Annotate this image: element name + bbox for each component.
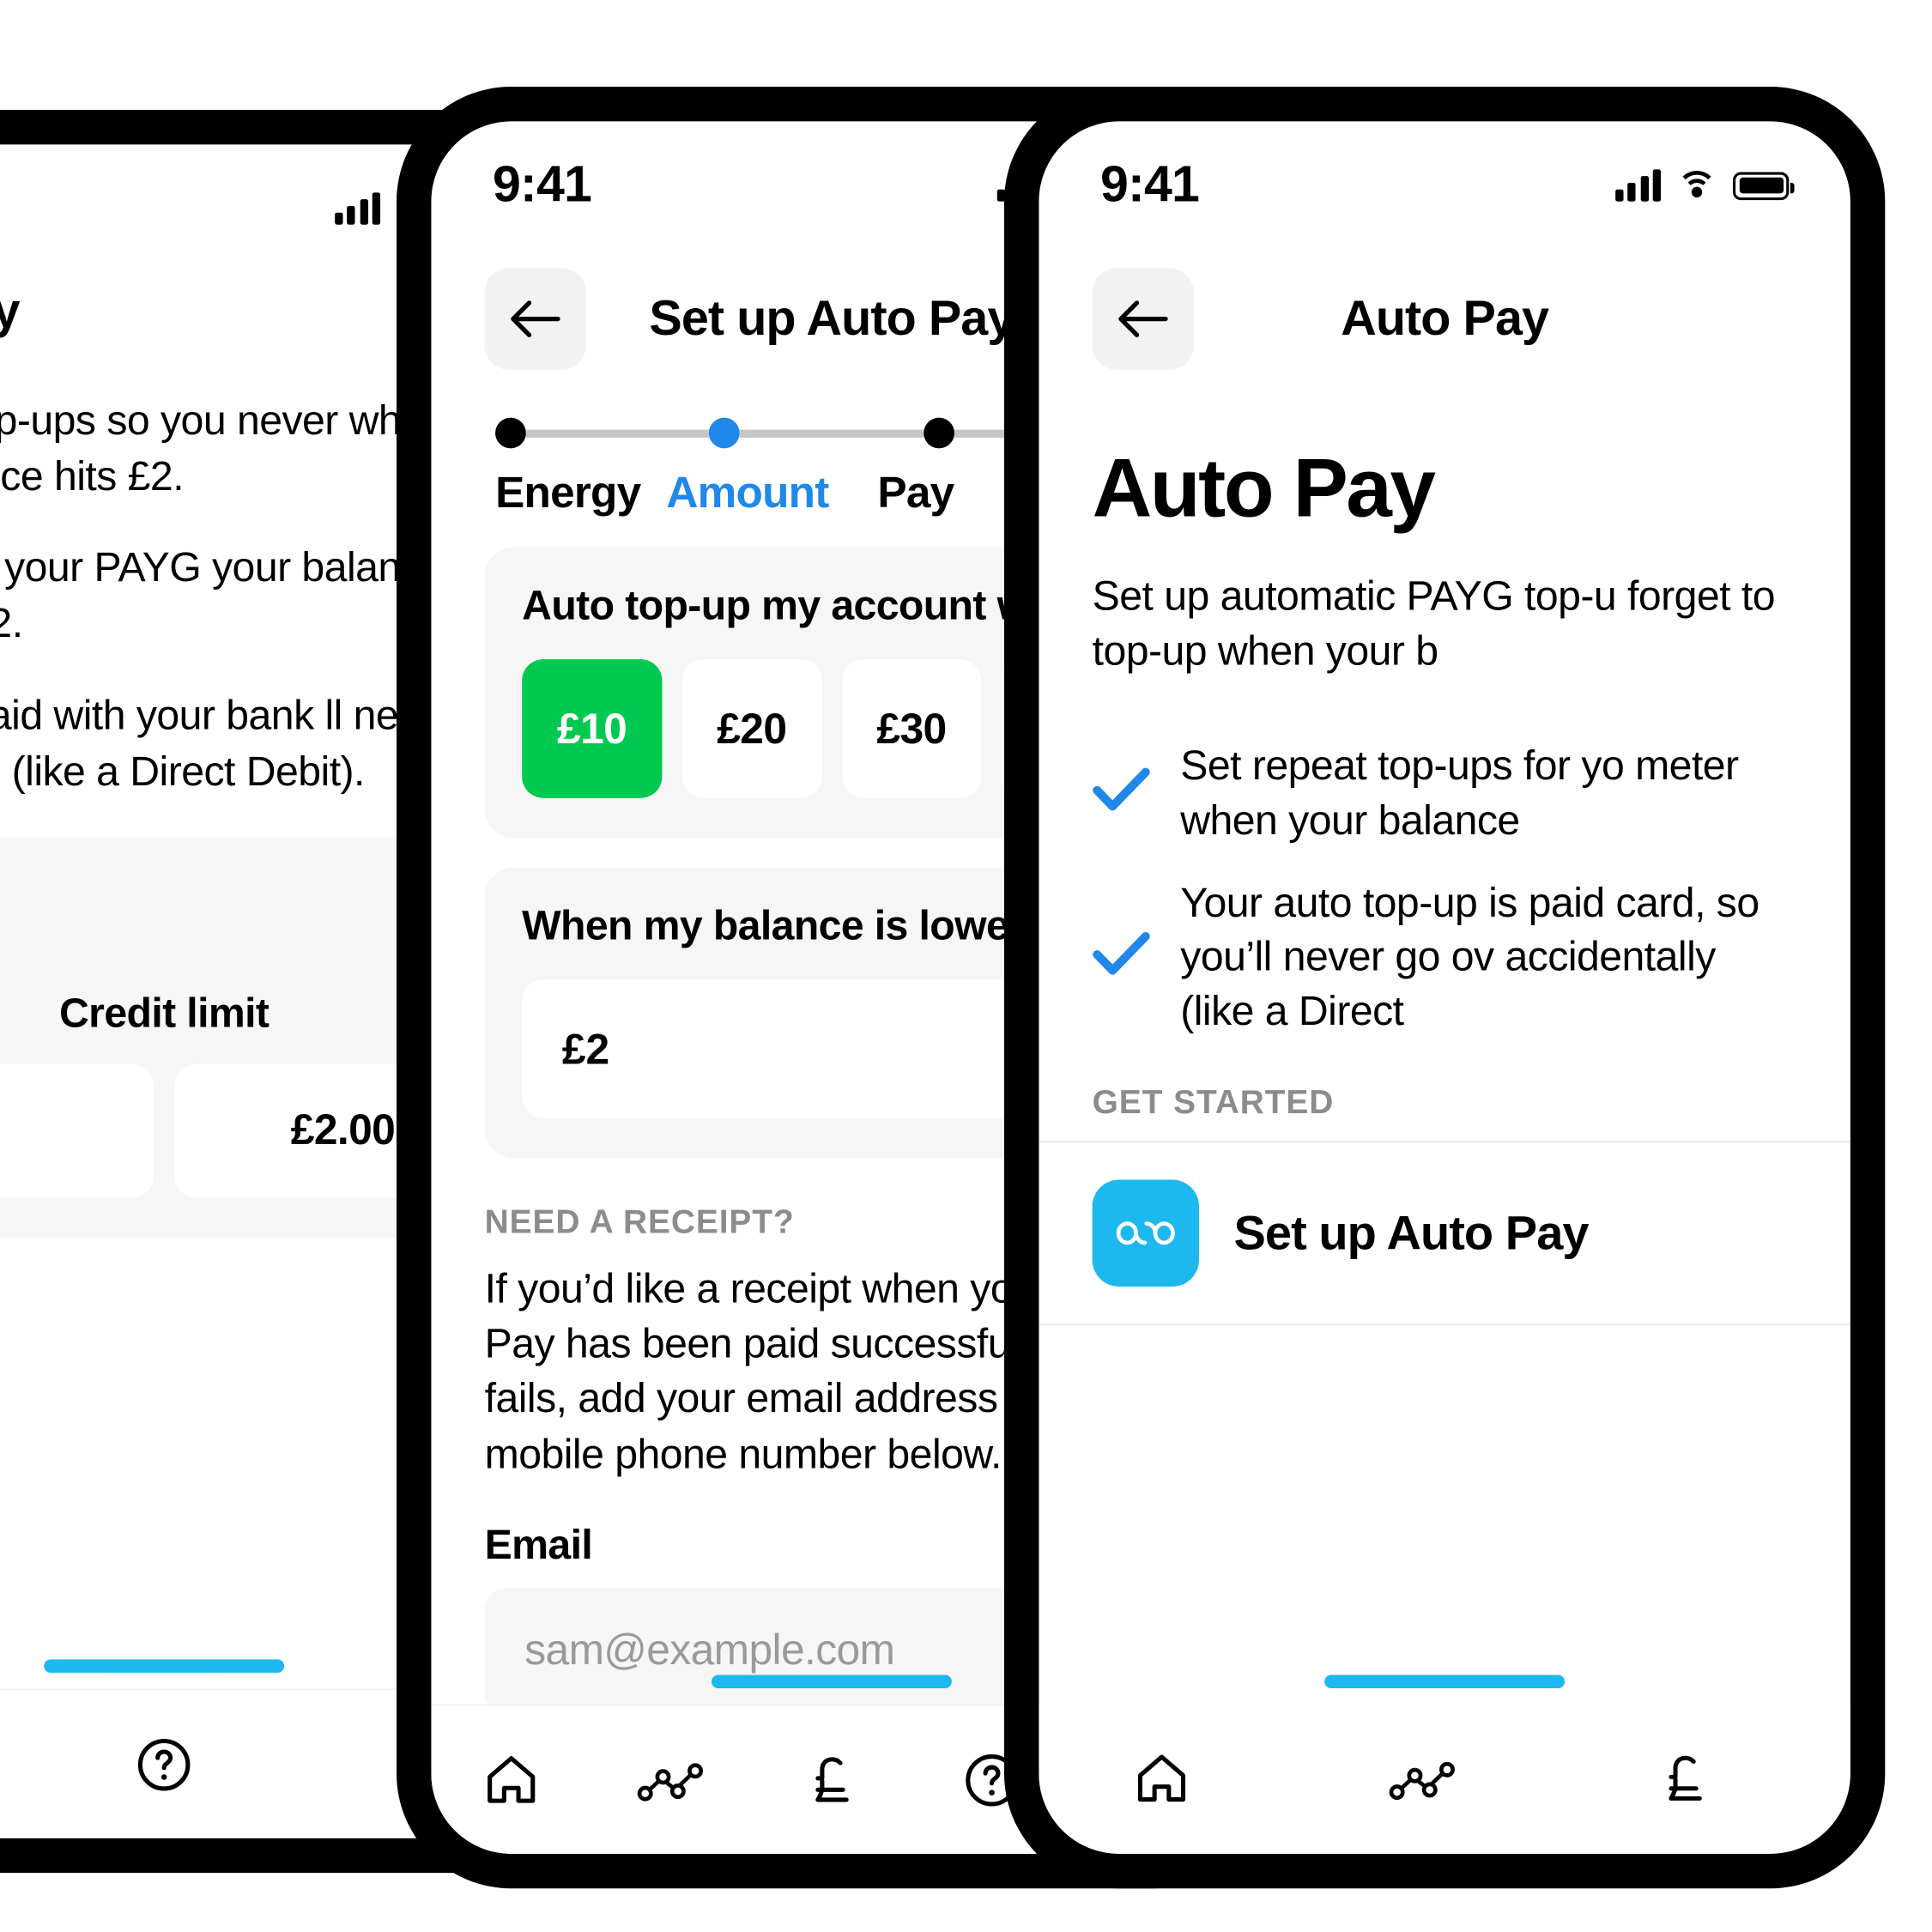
tab-payments-right[interactable]	[1618, 1726, 1752, 1832]
home-indicator-right	[1324, 1675, 1566, 1688]
list-item-text: Your auto top-up is paid card, so you’ll…	[1180, 879, 1759, 1034]
nav-bar-right: Auto Pay	[1039, 226, 1850, 383]
help-icon	[137, 1738, 191, 1790]
usage-graph-icon	[637, 1762, 704, 1801]
stepper-label-amount: Amount	[666, 467, 829, 517]
heading-auto-pay: Auto Pay	[1092, 443, 1436, 536]
wifi-icon	[1676, 170, 1717, 200]
balance-threshold-value: £2	[561, 1024, 610, 1073]
arrow-left-icon	[1118, 300, 1168, 337]
status-time-right: 9:41	[1099, 156, 1200, 213]
pound-icon	[815, 1756, 849, 1802]
intro-paragraph: Set up automatic PAYG top-u forget to to…	[1092, 572, 1776, 675]
list-item: Your auto top-up is paid card, so you’ll…	[1093, 877, 1797, 1039]
arrow-left-icon	[511, 300, 560, 337]
screenshot-canvas: Auto Pay c PAYG top-ups so you never whe…	[0, 0, 1932, 1932]
signal-icon	[1614, 169, 1662, 202]
set-up-auto-pay-row[interactable]: Set up Auto Pay	[1039, 1141, 1850, 1325]
set-up-auto-pay-label: Set up Auto Pay	[1233, 1204, 1589, 1260]
section-eyebrow-get-started: GET STARTED	[1092, 1083, 1335, 1122]
tab-payments-center[interactable]	[765, 1726, 898, 1832]
amount-option-30[interactable]: £30	[841, 659, 982, 798]
home-indicator-center	[711, 1675, 952, 1688]
list-item: Set repeat top-ups for yo meter when you…	[1093, 740, 1797, 847]
infinity-tile	[1092, 1179, 1200, 1287]
status-bar-right: 9:41	[1039, 121, 1850, 225]
stepper-label-energy: Energy	[495, 467, 641, 517]
status-time-center: 9:41	[492, 156, 592, 213]
pound-icon	[1669, 1755, 1702, 1801]
tab-help-left[interactable]	[97, 1711, 230, 1817]
check-icon	[1093, 931, 1151, 984]
infinity-icon	[1116, 1221, 1175, 1245]
tab-usage-right[interactable]	[1357, 1726, 1491, 1832]
credit-limit-box-clipped[interactable]	[0, 1063, 154, 1198]
amount-option-10[interactable]: £10	[522, 659, 663, 798]
phone-right-screen: 9:41 Auto Pay Auto Pay Set up automatic …	[1039, 121, 1850, 1854]
page-title-right: Auto Pay	[1341, 290, 1549, 346]
home-icon	[488, 1755, 536, 1802]
benefits-list: Set repeat top-ups for yo meter when you…	[1039, 679, 1850, 1039]
stepper-line-1	[525, 428, 710, 438]
tab-usage-center[interactable]	[605, 1726, 739, 1832]
status-icons-right	[1614, 169, 1795, 202]
tab-home-center[interactable]	[445, 1726, 578, 1832]
back-button-right[interactable]	[1092, 268, 1194, 370]
battery-icon	[1733, 171, 1795, 200]
stepper-dot-amount[interactable]	[709, 417, 741, 449]
stepper-label-pay: Pay	[877, 467, 954, 517]
stepper-dot-pay[interactable]	[923, 417, 954, 449]
home-icon	[1137, 1754, 1186, 1802]
back-button[interactable]	[484, 268, 586, 370]
stepper-dot-energy[interactable]	[495, 417, 526, 449]
usage-graph-icon	[1389, 1761, 1455, 1800]
tab-bar-right	[1039, 1704, 1850, 1854]
stepper-line-2	[740, 428, 924, 438]
check-icon	[1093, 767, 1151, 820]
tab-home-right[interactable]	[1095, 1726, 1229, 1832]
signal-icon	[334, 192, 381, 225]
amount-option-20[interactable]: £20	[681, 659, 822, 798]
phone-right: 9:41 Auto Pay Auto Pay Set up automatic …	[1004, 87, 1886, 1889]
list-item-text: Set repeat top-ups for yo meter when you…	[1180, 742, 1739, 844]
home-indicator-left	[44, 1659, 285, 1673]
